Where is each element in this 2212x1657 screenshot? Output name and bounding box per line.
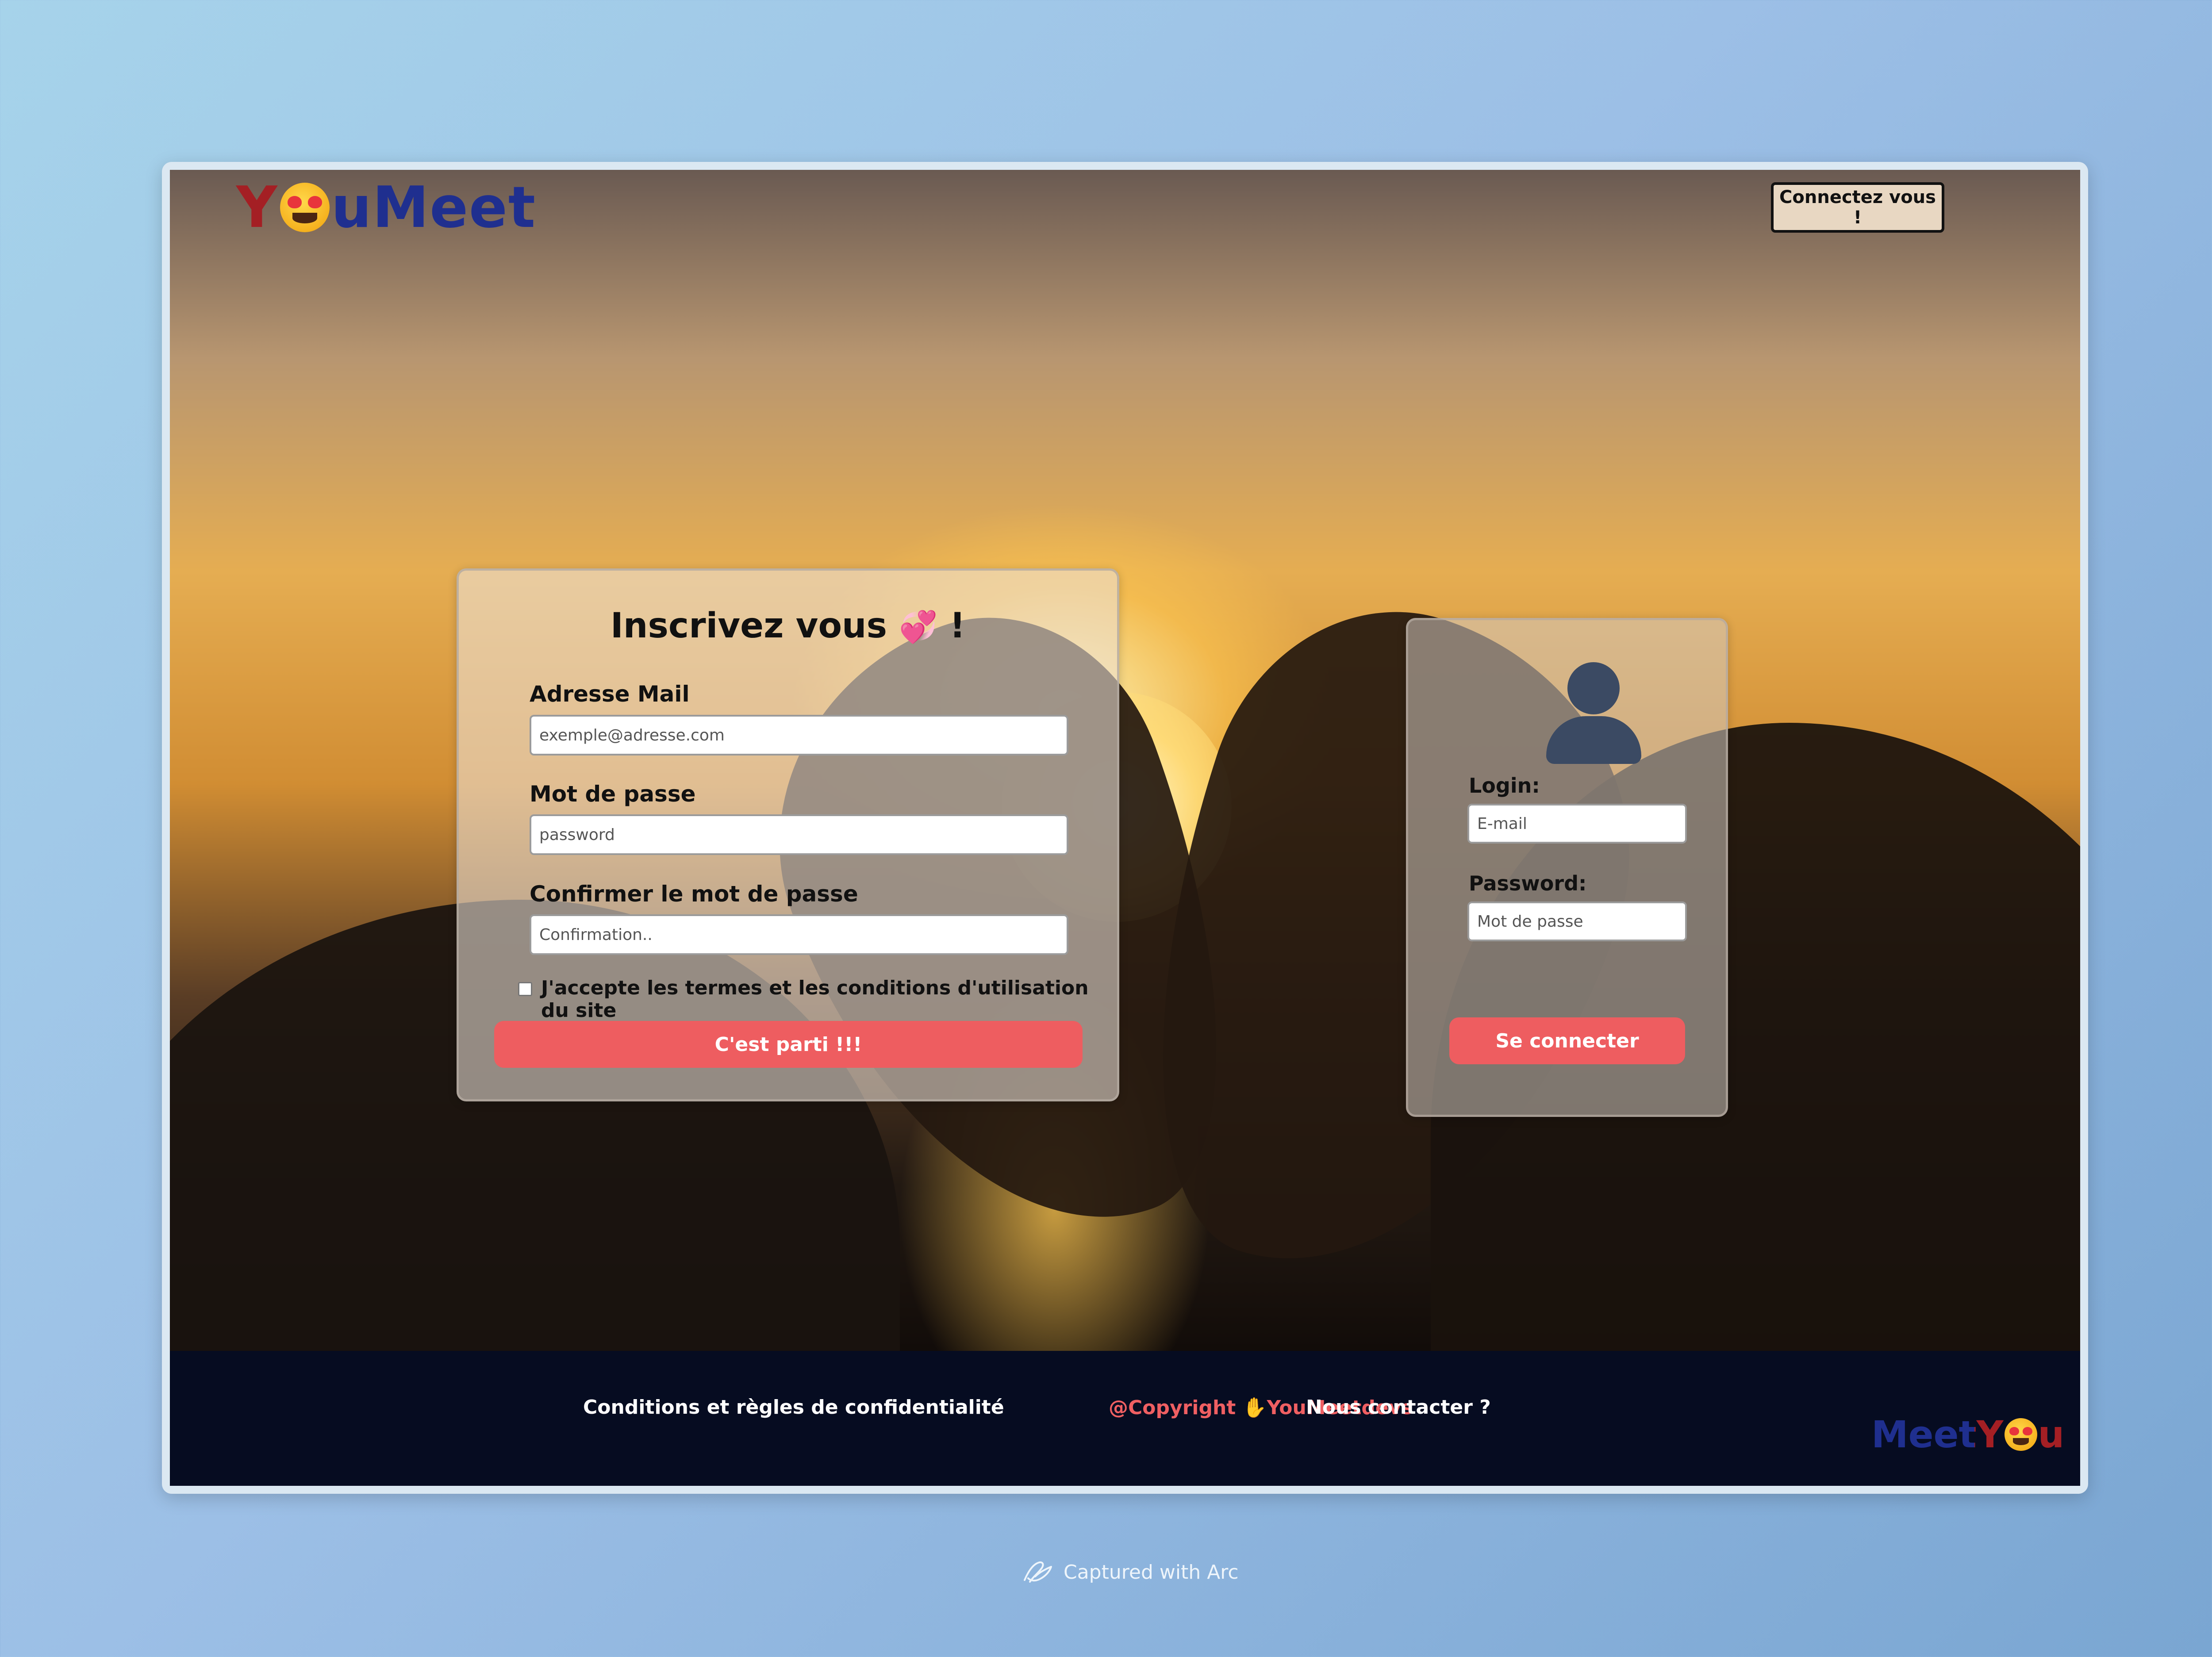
user-silhouette-icon — [1546, 662, 1641, 764]
signup-title-suffix: ! — [949, 606, 966, 646]
heart-eyes-emoji-icon — [2004, 1418, 2037, 1451]
login-submit-button[interactable]: Se connecter — [1449, 1017, 1685, 1064]
page-footer: Conditions et règles de confidentialité … — [170, 1351, 2080, 1486]
two-hearts-emoji-icon: 💞 — [899, 609, 938, 645]
browser-window: Y uMeet Connectez vous ! Inscrivez vous … — [162, 162, 2088, 1494]
contact-link[interactable]: Nous contacter ? — [1306, 1396, 1491, 1419]
login-password-input[interactable] — [1467, 901, 1687, 941]
login-form-card: Login: Password: Se connecter — [1406, 618, 1728, 1117]
heart-eyes-emoji-icon — [280, 183, 330, 232]
footer-logo-start: MeetY — [1871, 1413, 2004, 1456]
capture-watermark: Captured with Arc — [1022, 1559, 1239, 1585]
password-input[interactable] — [530, 814, 1068, 855]
login-email-input[interactable] — [1467, 804, 1687, 844]
arc-browser-icon — [1024, 1561, 1052, 1583]
footer-logo[interactable]: MeetY u — [1871, 1413, 2064, 1456]
copyright-prefix: @Copyright — [1109, 1396, 1236, 1419]
terms-label: J'accepte les termes et les conditions d… — [541, 977, 1089, 1022]
signup-form-card: Inscrivez vous 💞 ! Adresse Mail Mot de p… — [457, 568, 1119, 1101]
page-viewport: Y uMeet Connectez vous ! Inscrivez vous … — [170, 170, 2080, 1486]
logo-text-end: uMeet — [331, 174, 536, 241]
footer-logo-end: u — [2038, 1413, 2065, 1456]
waving-hand-emoji-icon: ✋ — [1242, 1396, 1267, 1419]
privacy-link[interactable]: Conditions et règles de confidentialité — [583, 1396, 1004, 1419]
logo-text-start: Y — [236, 174, 278, 241]
connect-button[interactable]: Connectez vous ! — [1771, 182, 1944, 233]
signup-title-text: Inscrivez vous — [610, 606, 887, 646]
confirm-password-input[interactable] — [530, 914, 1068, 955]
capture-text: Captured with Arc — [1064, 1561, 1239, 1584]
email-input[interactable] — [530, 715, 1068, 756]
email-label: Adresse Mail — [530, 681, 690, 707]
password-label: Mot de passe — [530, 781, 696, 807]
login-password-label: Password: — [1469, 871, 1587, 895]
signup-title: Inscrivez vous 💞 ! — [459, 606, 1117, 646]
login-label: Login: — [1469, 774, 1540, 798]
signup-submit-button[interactable]: C'est parti !!! — [494, 1021, 1083, 1068]
confirm-password-label: Confirmer le mot de passe — [530, 881, 858, 907]
site-logo[interactable]: Y uMeet — [236, 170, 536, 245]
terms-checkbox[interactable] — [518, 982, 532, 996]
hero-background-image: Y uMeet Connectez vous ! Inscrivez vous … — [170, 170, 2080, 1351]
